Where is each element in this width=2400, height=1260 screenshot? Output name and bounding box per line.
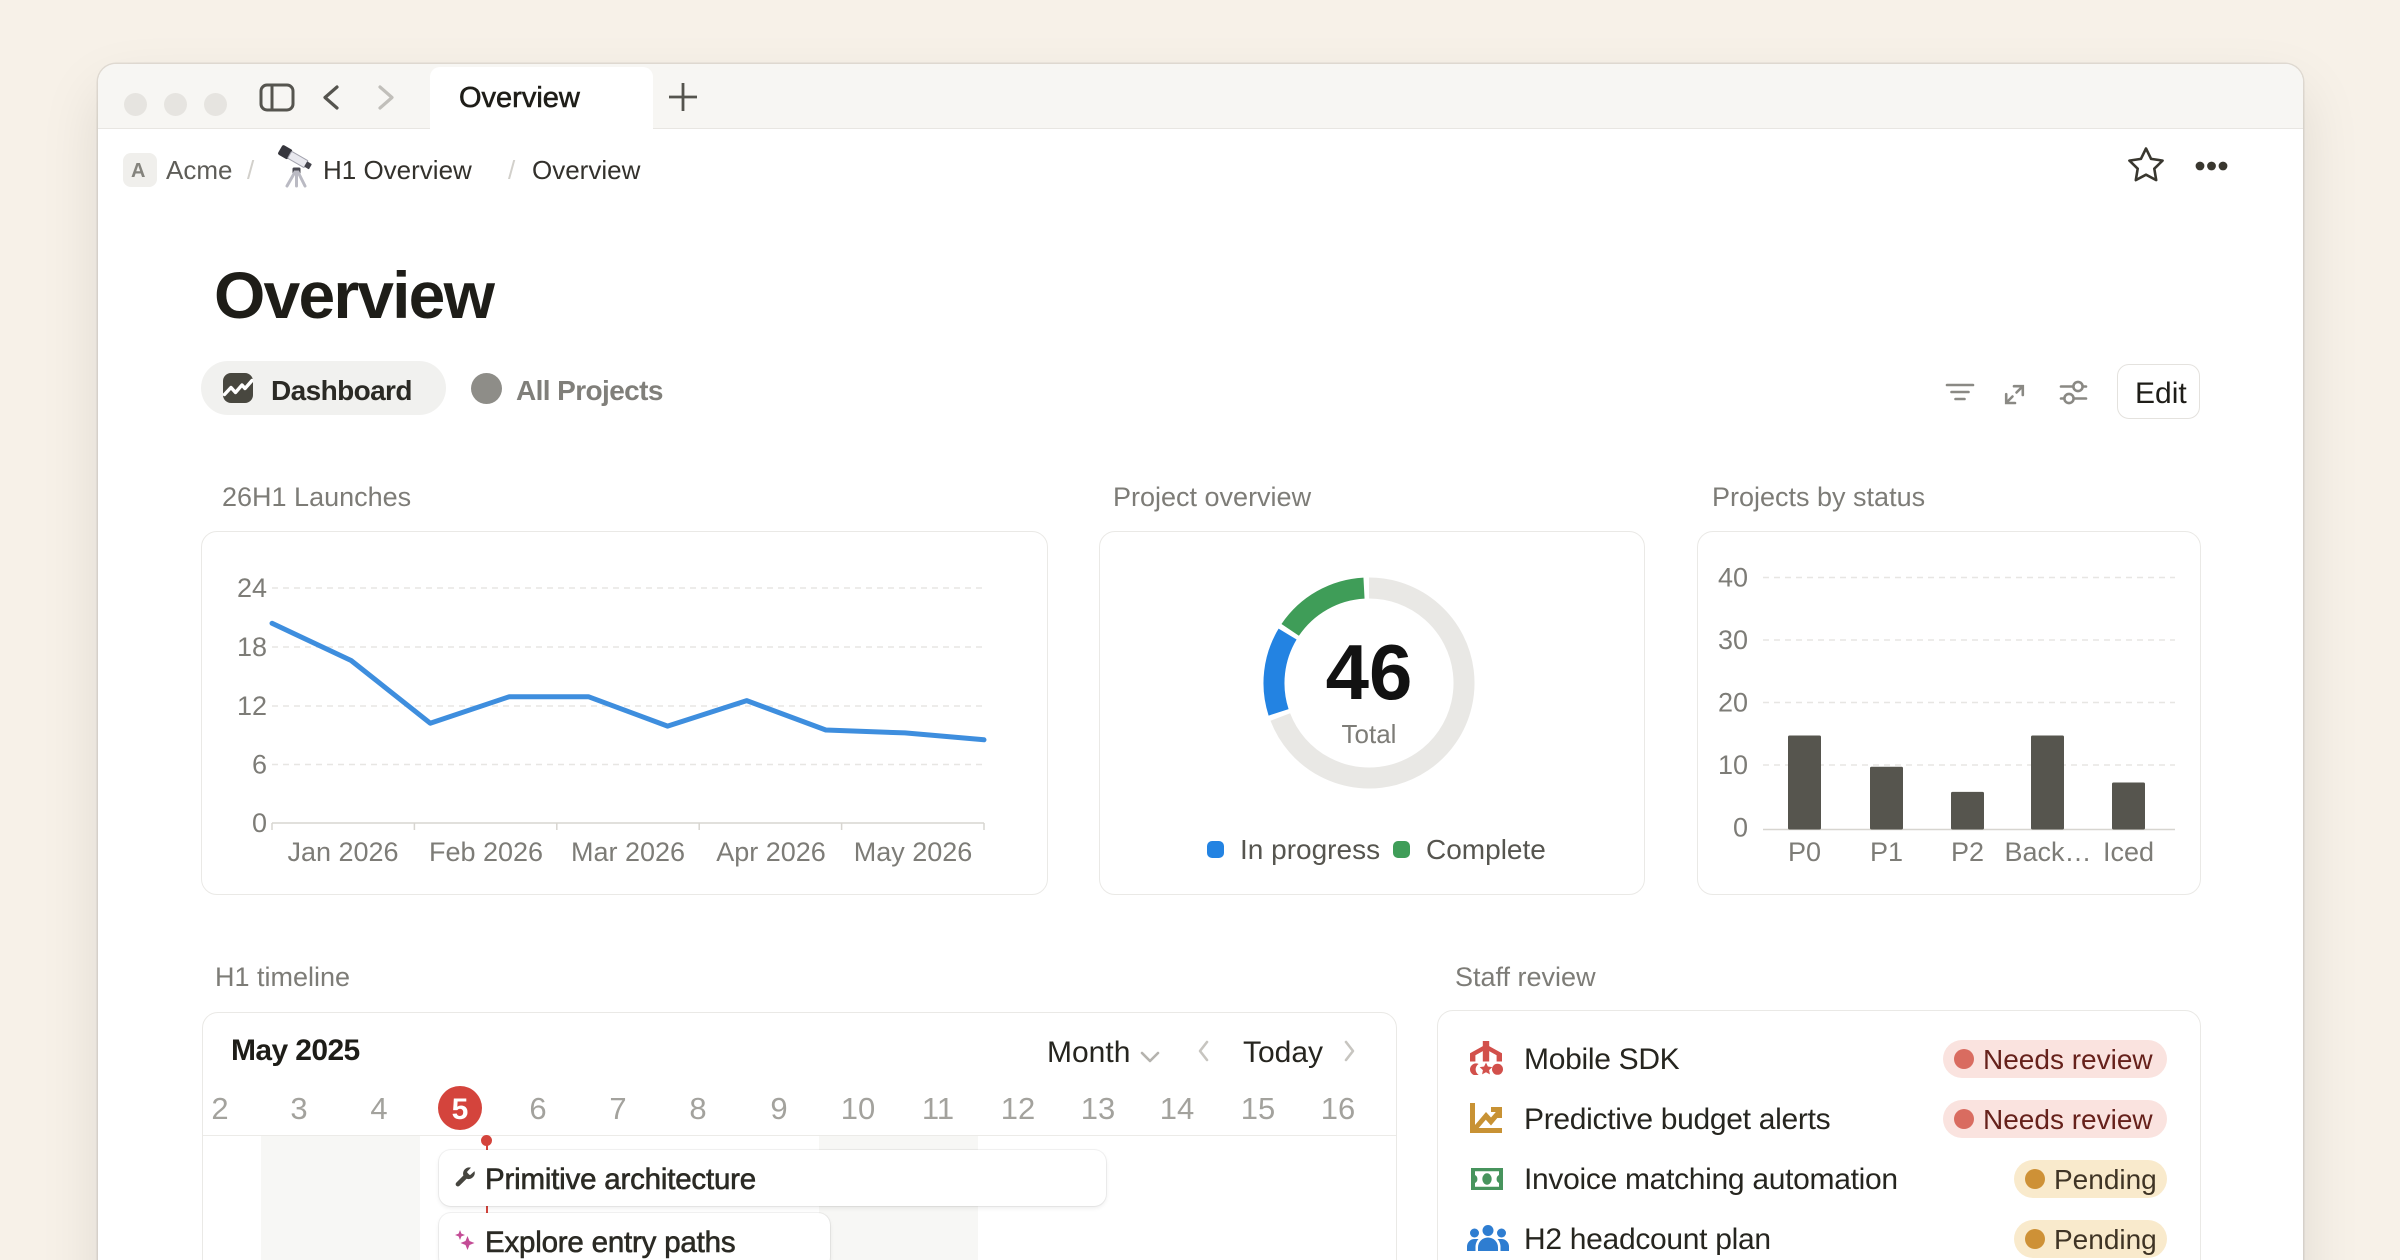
- svg-text:Apr 2026: Apr 2026: [716, 837, 826, 867]
- svg-text:P2: P2: [1951, 837, 1984, 867]
- svg-text:24: 24: [237, 573, 267, 603]
- svg-text:P1: P1: [1870, 837, 1903, 867]
- svg-text:Iced: Iced: [2103, 837, 2154, 867]
- svg-text:May 2026: May 2026: [854, 837, 973, 867]
- svg-text:10: 10: [1718, 750, 1748, 780]
- svg-text:Feb 2026: Feb 2026: [429, 837, 543, 867]
- svg-text:Back…: Back…: [2004, 837, 2091, 867]
- svg-text:46: 46: [1326, 628, 1413, 716]
- svg-text:In progress: In progress: [1240, 834, 1380, 865]
- svg-text:Total: Total: [1342, 719, 1397, 749]
- svg-text:0: 0: [252, 808, 267, 838]
- svg-text:0: 0: [1733, 813, 1748, 843]
- svg-text:6: 6: [252, 750, 267, 780]
- svg-text:18: 18: [237, 632, 267, 662]
- svg-text:Complete: Complete: [1426, 834, 1546, 865]
- svg-text:30: 30: [1718, 625, 1748, 655]
- svg-text:P0: P0: [1788, 837, 1821, 867]
- svg-text:20: 20: [1718, 688, 1748, 718]
- svg-text:12: 12: [237, 691, 267, 721]
- svg-text:40: 40: [1718, 563, 1748, 593]
- svg-text:Jan 2026: Jan 2026: [287, 837, 398, 867]
- svg-text:Mar 2026: Mar 2026: [571, 837, 685, 867]
